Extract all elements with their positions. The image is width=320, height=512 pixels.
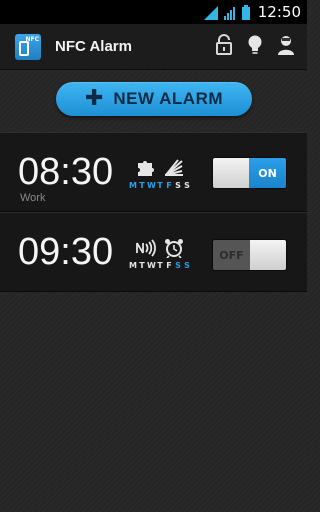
day-wednesday: W bbox=[147, 181, 156, 190]
alarm-time: 09:30 bbox=[18, 231, 114, 273]
day-friday: F bbox=[166, 181, 172, 190]
lightbulb-icon[interactable] bbox=[246, 34, 264, 56]
lock-open-icon[interactable] bbox=[215, 34, 233, 56]
toggle-state: OFF bbox=[213, 240, 250, 270]
alarm-row[interactable]: 09:30 M T W T F S S OFF bbox=[0, 212, 307, 292]
new-alarm-label: NEW ALARM bbox=[113, 89, 224, 108]
day-wednesday: W bbox=[147, 261, 156, 270]
plus-icon: ✚ bbox=[84, 86, 104, 111]
toggle-state: ON bbox=[249, 158, 286, 188]
day-monday: M bbox=[129, 181, 137, 190]
action-bar-icons bbox=[215, 34, 295, 56]
day-sunday: S bbox=[184, 261, 190, 270]
user-icon[interactable] bbox=[277, 34, 295, 56]
action-bar: NFC NFC Alarm bbox=[0, 24, 307, 70]
nfc-icon bbox=[136, 239, 156, 257]
alarm-days: M T W T F S S bbox=[129, 181, 191, 190]
day-saturday: S bbox=[175, 261, 181, 270]
puzzle-icon bbox=[136, 159, 156, 177]
toggle-knob bbox=[213, 158, 250, 188]
day-friday: F bbox=[166, 261, 172, 270]
alarm-days: M T W T F S S bbox=[129, 261, 191, 270]
alarm-clock-icon bbox=[164, 238, 184, 259]
alarm-toggle[interactable]: ON bbox=[212, 157, 287, 189]
alarm-toggle[interactable]: OFF bbox=[212, 239, 287, 271]
battery-icon bbox=[241, 4, 250, 20]
app-title: NFC Alarm bbox=[55, 38, 132, 55]
alarm-row[interactable]: 08:30 Work M T W T F S S ON bbox=[0, 132, 307, 212]
wifi-icon bbox=[203, 5, 218, 20]
sunrise-icon bbox=[164, 159, 184, 177]
signal-icon bbox=[223, 5, 236, 20]
day-tuesday: T bbox=[139, 261, 145, 270]
toggle-knob bbox=[249, 240, 286, 270]
day-tuesday: T bbox=[139, 181, 145, 190]
day-thursday: T bbox=[157, 261, 163, 270]
status-bar: 12:50 bbox=[0, 0, 307, 24]
day-saturday: S bbox=[175, 181, 181, 190]
day-monday: M bbox=[129, 261, 137, 270]
alarm-trigger-icons bbox=[136, 238, 184, 259]
alarm-time: 08:30 bbox=[18, 151, 114, 193]
alarm-label: Work bbox=[20, 192, 46, 204]
app-icon[interactable]: NFC bbox=[15, 33, 41, 60]
day-sunday: S bbox=[184, 181, 190, 190]
status-time: 12:50 bbox=[257, 3, 301, 21]
alarm-trigger-icons bbox=[136, 159, 184, 177]
day-thursday: T bbox=[157, 181, 163, 190]
phone-icon bbox=[19, 40, 29, 56]
new-alarm-button[interactable]: ✚ NEW ALARM bbox=[56, 82, 252, 116]
